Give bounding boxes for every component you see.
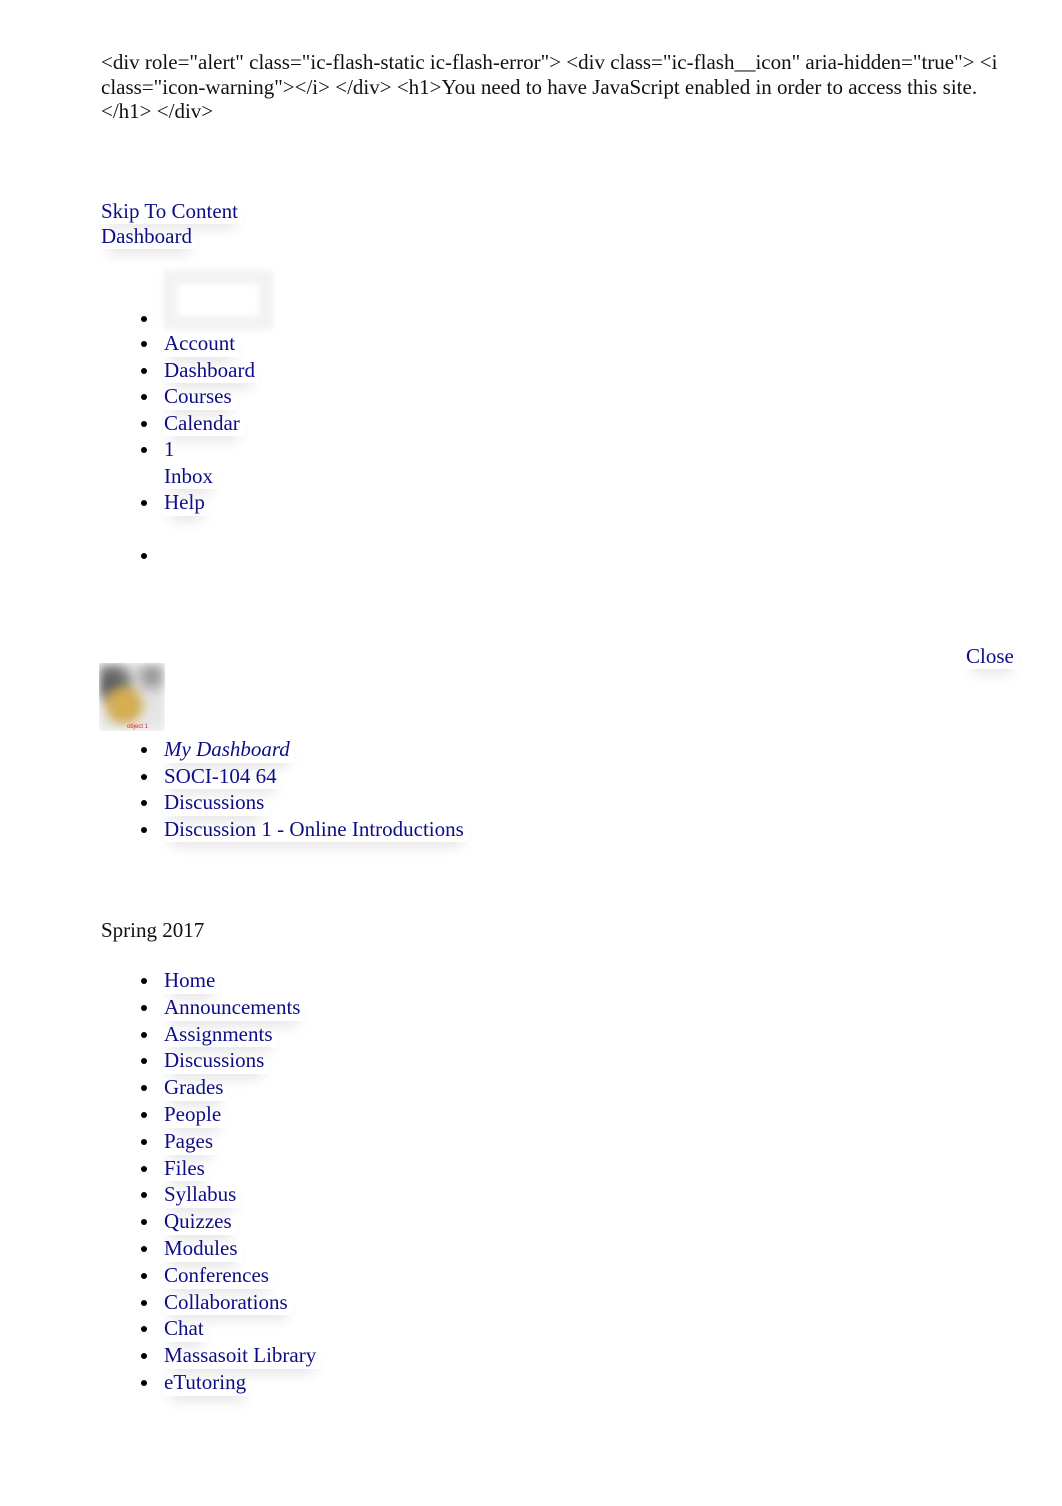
course-nav-item[interactable]: Pages	[101, 1128, 320, 1155]
global-nav-item-calendar[interactable]: Calendar	[101, 410, 259, 437]
help-link[interactable]: Help	[164, 489, 209, 516]
course-nav-item[interactable]: Home	[101, 967, 320, 994]
course-nav-people[interactable]: People	[164, 1101, 225, 1128]
global-nav-item-empty	[101, 542, 259, 568]
course-nav-item[interactable]: Massasoit Library	[101, 1342, 320, 1369]
course-nav-conferences[interactable]: Conferences	[164, 1262, 273, 1289]
global-nav-item-help[interactable]: Help	[101, 489, 259, 516]
course-nav-item[interactable]: Announcements	[101, 994, 320, 1021]
course-nav-massasoit-library[interactable]: Massasoit Library	[164, 1342, 320, 1369]
course-navigation: Home Announcements Assignments Discussio…	[101, 967, 320, 1396]
global-nav-item-account[interactable]	[101, 268, 273, 330]
course-nav-modules[interactable]: Modules	[164, 1235, 242, 1262]
breadcrumb-discussions[interactable]: Discussions	[164, 789, 268, 816]
course-nav-item[interactable]: Grades	[101, 1074, 320, 1101]
course-nav-assignments[interactable]: Assignments	[164, 1021, 277, 1048]
avatar[interactable]	[163, 270, 273, 330]
account-link[interactable]: Account	[164, 330, 239, 357]
noscript-message: <div role="alert" class="ic-flash-static…	[101, 50, 998, 123]
courses-link[interactable]: Courses	[164, 383, 236, 410]
course-nav-item[interactable]: Discussions	[101, 1047, 320, 1074]
skip-to-content-link[interactable]: Skip To Content	[101, 199, 242, 224]
breadcrumb-item[interactable]: SOCI-104 64	[101, 763, 468, 790]
breadcrumb-item[interactable]: Discussions	[101, 789, 468, 816]
course-nav-item[interactable]: Syllabus	[101, 1181, 320, 1208]
global-nav-item-inbox[interactable]: 1 Inbox	[101, 436, 259, 489]
breadcrumb-my-dashboard[interactable]: My Dashboard	[164, 736, 294, 763]
course-nav-etutoring[interactable]: eTutoring	[164, 1369, 250, 1396]
course-term: Spring 2017	[101, 918, 205, 942]
breadcrumb-discussion-topic[interactable]: Discussion 1 - Online Introductions	[164, 816, 468, 843]
inbox-link[interactable]: 1 Inbox	[164, 436, 259, 488]
course-nav-syllabus[interactable]: Syllabus	[164, 1181, 240, 1208]
course-image: object 1	[99, 663, 165, 731]
course-nav-grades[interactable]: Grades	[164, 1074, 227, 1101]
breadcrumb: My Dashboard SOCI-104 64 Discussions Dis…	[101, 736, 468, 842]
dashboard-logo-link[interactable]: Dashboard	[101, 224, 196, 249]
course-image-thumbnail	[99, 663, 165, 731]
close-button[interactable]: Close	[966, 644, 1018, 669]
course-nav-announcements[interactable]: Announcements	[164, 994, 304, 1021]
global-nav-item-dashboard[interactable]: Dashboard	[101, 357, 259, 384]
course-nav-home[interactable]: Home	[164, 967, 219, 994]
course-image-caption: object 1	[127, 724, 149, 730]
course-nav-pages[interactable]: Pages	[164, 1128, 217, 1155]
course-nav-item[interactable]: Conferences	[101, 1262, 320, 1289]
course-nav-item[interactable]: eTutoring	[101, 1369, 320, 1396]
global-nav-item-courses[interactable]: Courses	[101, 383, 259, 410]
breadcrumb-item[interactable]: My Dashboard	[101, 736, 468, 763]
course-nav-discussions[interactable]: Discussions	[164, 1047, 268, 1074]
inbox-unread-badge: 1	[164, 437, 175, 461]
course-nav-item[interactable]: Modules	[101, 1235, 320, 1262]
course-nav-files[interactable]: Files	[164, 1155, 209, 1182]
course-nav-item[interactable]: Assignments	[101, 1021, 320, 1048]
dashboard-link[interactable]: Dashboard	[164, 357, 259, 384]
breadcrumb-course[interactable]: SOCI-104 64	[164, 763, 281, 790]
course-nav-item[interactable]: Files	[101, 1155, 320, 1182]
course-nav-collaborations[interactable]: Collaborations	[164, 1289, 292, 1316]
global-nav-item-account-label[interactable]: Account	[101, 330, 259, 357]
calendar-link[interactable]: Calendar	[164, 410, 244, 437]
course-nav-item[interactable]: Chat	[101, 1315, 320, 1342]
skip-links: Skip To Content Dashboard	[101, 199, 242, 249]
course-nav-item[interactable]: People	[101, 1101, 320, 1128]
course-nav-quizzes[interactable]: Quizzes	[164, 1208, 236, 1235]
course-nav-item[interactable]: Quizzes	[101, 1208, 320, 1235]
breadcrumb-item[interactable]: Discussion 1 - Online Introductions	[101, 816, 468, 843]
course-nav-chat[interactable]: Chat	[164, 1315, 208, 1342]
inbox-label: Inbox	[164, 463, 217, 490]
course-nav-item[interactable]: Collaborations	[101, 1289, 320, 1316]
global-navigation: Account Dashboard Courses Calendar 1 Inb…	[101, 268, 273, 568]
